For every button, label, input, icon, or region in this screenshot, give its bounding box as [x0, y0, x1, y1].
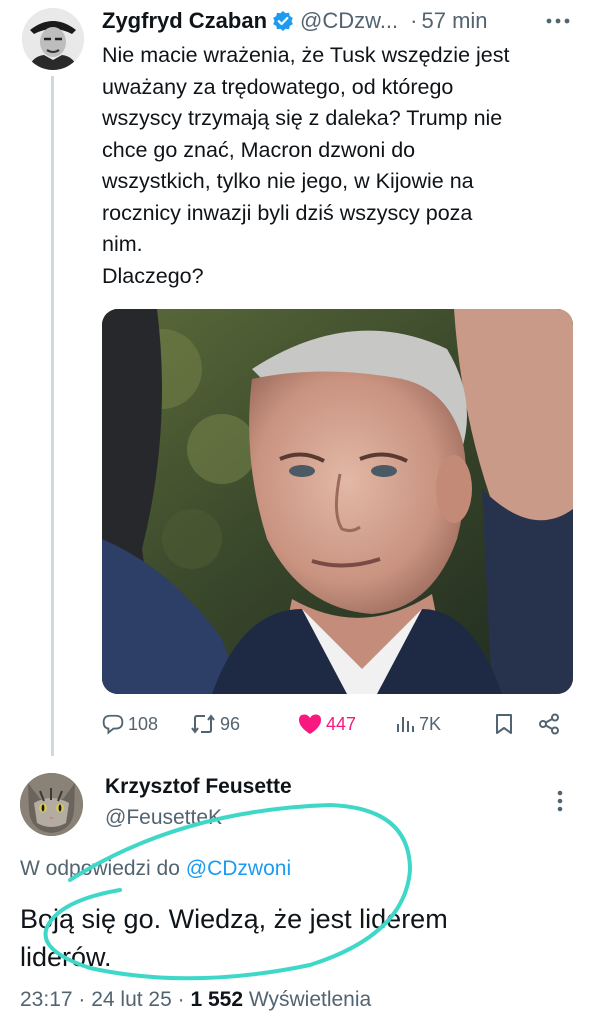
tweet-actions: 108 96 447 7K: [102, 708, 572, 740]
reply-meta: 23:17 · 24 lut 25 · 1 552 Wyświetlenia: [20, 988, 371, 1012]
tweet-text-line: nim.: [102, 232, 143, 256]
reply-views-count: 1 552: [190, 988, 244, 1011]
in-reply-handle-link[interactable]: @CDzwoni: [186, 857, 291, 880]
thread-line: [51, 76, 54, 756]
tweet-text-line: chce go znać, Macron dzwoni do: [102, 137, 416, 162]
tweet-text: Nie macie wrażenia, że Tusk wszędzie jes…: [102, 40, 572, 292]
tweet: Zygfryd Czaban @CDzw... · 57 min Nie mac…: [0, 0, 592, 760]
more-options-icon[interactable]: [543, 8, 573, 34]
reply-timestamp[interactable]: 23:17 · 24 lut 25 ·: [20, 988, 185, 1011]
tweet-timestamp[interactable]: 57 min: [421, 8, 487, 34]
share-button[interactable]: [538, 708, 560, 740]
reply-text-line: Boją się go. Wiedzą, że jest liderem: [20, 904, 448, 934]
reply-author-name[interactable]: Krzysztof Feusette: [105, 775, 292, 799]
tweet-text-line: wszyscy trzymają się z daleka? Trump nie: [102, 106, 503, 130]
reply-action[interactable]: 108: [102, 708, 158, 740]
like-action[interactable]: 447: [298, 708, 356, 740]
repost-icon: [190, 713, 216, 735]
heart-filled-icon: [298, 713, 322, 735]
author-name[interactable]: Zygfryd Czaban: [102, 8, 267, 34]
reply-count: 108: [128, 713, 159, 734]
reply-author-handle[interactable]: @FeusetteK: [105, 806, 222, 830]
repost-count: 96: [220, 713, 241, 734]
bookmark-button[interactable]: [494, 708, 514, 740]
tweet-photo[interactable]: [102, 309, 573, 694]
views-chart-icon: [395, 714, 415, 734]
like-count: 447: [326, 713, 357, 734]
author-avatar[interactable]: [22, 8, 84, 70]
reply-icon: [102, 713, 124, 735]
tweet-text-line: rocznicy inwazji byli dziś wszyscy poza: [102, 200, 473, 225]
share-icon: [538, 713, 560, 735]
reply-views-label: Wyświetlenia: [248, 988, 372, 1011]
author-handle[interactable]: @CDzw...: [300, 8, 398, 34]
more-options-vertical-icon[interactable]: [548, 786, 572, 816]
reply-author-avatar[interactable]: [20, 773, 83, 836]
separator-dot: ·: [410, 8, 418, 33]
bookmark-icon: [494, 713, 514, 735]
tweet-text-line: wszystkich, tylko nie jego, w Kijowie na: [102, 169, 474, 193]
tweet-text-line: Nie macie wrażenia, że Tusk wszędzie jes…: [102, 43, 510, 67]
tweet-header: Zygfryd Czaban @CDzw... · 57 min: [102, 6, 488, 36]
reply-tweet: Krzysztof Feusette @FeusetteK W odpowied…: [0, 760, 592, 1024]
views-count: 7K: [419, 713, 442, 734]
reply-text: Boją się go. Wiedzą, że jest liderem lid…: [20, 900, 570, 976]
in-reply-prefix: W odpowiedzi do: [20, 857, 180, 880]
views-action[interactable]: 7K: [395, 708, 441, 740]
in-reply-to: W odpowiedzi do @CDzwoni: [20, 857, 291, 881]
repost-action[interactable]: 96: [190, 708, 240, 740]
tweet-text-line: uważany za trędowatego, od którego: [102, 74, 454, 99]
tweet-text-line: Dlaczego?: [102, 263, 204, 288]
verified-badge-icon: [272, 10, 294, 32]
reply-text-line: liderów.: [20, 942, 112, 972]
